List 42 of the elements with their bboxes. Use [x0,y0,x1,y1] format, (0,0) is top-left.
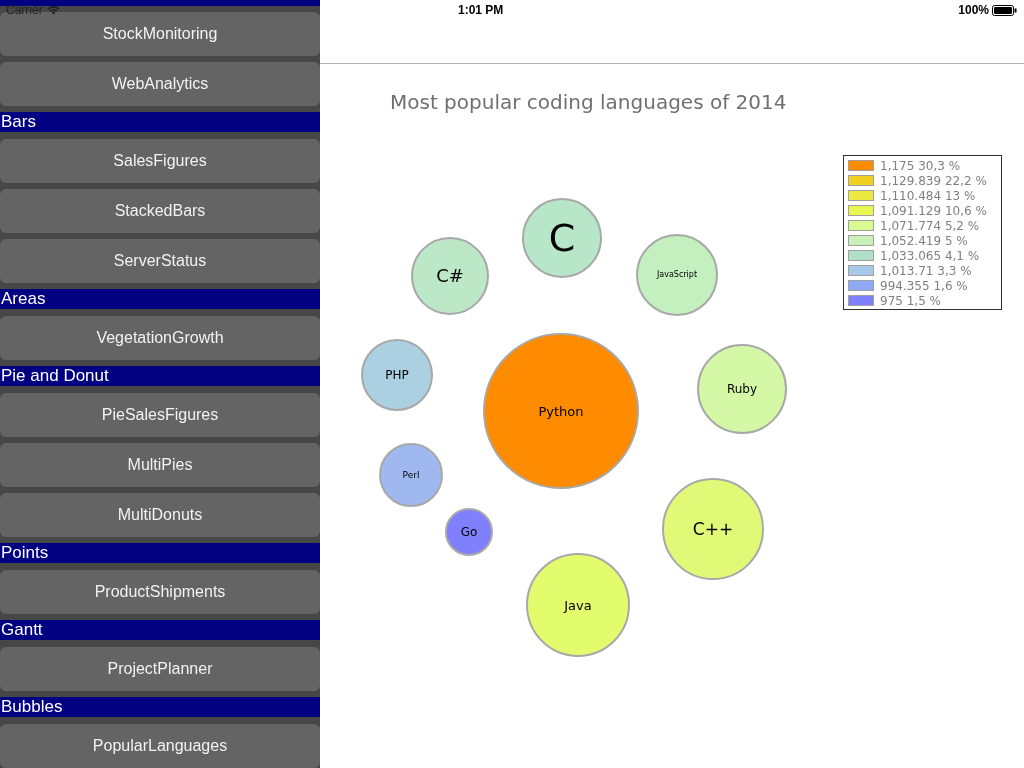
legend-label: 1,071.774 5,2 % [880,218,980,233]
bubble-label: Go [460,526,478,538]
sidebar-item[interactable]: PopularLanguages [0,724,320,768]
legend-label: 1,110.484 13 % [880,188,976,203]
sidebar-item[interactable]: WebAnalytics [0,62,320,106]
legend-label: 1,091.129 10,6 % [880,203,987,218]
bubble-label: PHP [385,369,409,381]
chart-title: Most popular coding languages of 2014 [390,90,787,114]
legend-label: 1,175 30,3 % [880,158,961,173]
sidebar-item[interactable]: ProjectPlanner [0,647,320,691]
legend-label: 1,052.419 5 % [880,233,968,248]
bubble-label: JavaScript [656,271,698,279]
section-header: Gantt [0,620,320,640]
sidebar-item[interactable]: PieSalesFigures [0,393,320,437]
legend-label: 994.355 1,6 % [880,278,968,293]
bubble-label: C [548,219,576,257]
status-time: 1:01 PM [458,2,504,19]
sidebar-item[interactable]: StackedBars [0,189,320,233]
section-header: Bars [0,112,320,132]
bubble-label: Java [564,598,592,612]
legend-label: 975 1,5 % [880,293,942,308]
battery-percent: 100% [958,2,989,19]
section-header: Bubbles [0,697,320,717]
bubble-label: C# [436,267,464,285]
section-header: Areas [0,289,320,309]
sidebar-item[interactable]: ProductShipments [0,570,320,614]
bubble-label: Ruby [726,383,758,395]
legend-label: 1,033.065 4,1 % [880,248,980,263]
legend-label: 1,013.71 3,3 % [880,263,972,278]
bubble-label: C++ [692,520,734,538]
section-header: Pie and Donut [0,366,320,386]
sidebar-item[interactable]: MultiPies [0,443,320,487]
wifi-icon [46,5,60,15]
sidebar-item[interactable]: VegetationGrowth [0,316,320,360]
section-header: Points [0,543,320,563]
sidebar-item[interactable]: ServerStatus [0,239,320,283]
sidebar-item[interactable]: MultiDonuts [0,493,320,537]
battery-icon [992,4,1017,16]
sidebar-item[interactable]: SalesFigures [0,139,320,183]
legend-label: 1,129.839 22,2 % [880,173,987,188]
bubble-label: Python [538,404,584,418]
bubble-label: Perl [402,470,420,480]
